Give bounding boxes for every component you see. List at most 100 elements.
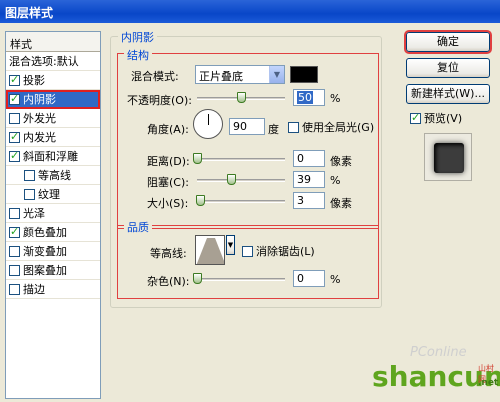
antialias-checkbox[interactable] — [242, 245, 253, 257]
global-light-checkbox[interactable] — [288, 121, 299, 133]
preview-option[interactable]: 预览(V) — [410, 110, 462, 126]
chevron-down-icon[interactable]: ▼ — [269, 66, 284, 83]
style-items: 混合选项:默认投影内阴影外发光内发光斜面和浮雕等高线纹理光泽颜色叠加渐变叠加图案… — [6, 52, 100, 299]
style-item-label: 光泽 — [23, 207, 45, 220]
choke-label: 阻塞(C): — [147, 176, 189, 189]
angle-input[interactable]: 90 — [229, 118, 265, 135]
style-item[interactable]: 等高线 — [6, 166, 100, 185]
style-list: 样式 混合选项:默认投影内阴影外发光内发光斜面和浮雕等高线纹理光泽颜色叠加渐变叠… — [5, 31, 101, 399]
pconline-watermark: PConline — [410, 345, 467, 360]
net-watermark: .net — [478, 378, 499, 388]
choke-input[interactable]: 39 — [293, 171, 325, 188]
style-item[interactable]: 内阴影 — [6, 90, 100, 109]
style-item-checkbox[interactable] — [9, 264, 20, 276]
style-item-checkbox[interactable] — [9, 225, 20, 238]
blend-mode-value: 正片叠底 — [199, 70, 243, 83]
style-item-label: 等高线 — [38, 169, 71, 182]
distance-label: 距离(D): — [147, 155, 190, 168]
style-item-label: 描边 — [23, 283, 45, 296]
style-item-checkbox[interactable] — [9, 283, 20, 295]
preview-label: 预览(V) — [424, 112, 463, 125]
style-item-label: 投影 — [23, 74, 45, 87]
choke-slider-track[interactable] — [197, 179, 285, 182]
blend-mode-label: 混合模式: — [131, 70, 179, 83]
noise-unit: % — [330, 273, 341, 286]
style-item-label: 图案叠加 — [23, 264, 67, 277]
noise-slider-thumb[interactable] — [193, 273, 202, 284]
window-title: 图层样式 — [0, 0, 500, 23]
size-unit: 像素 — [330, 197, 352, 210]
blend-color-swatch[interactable] — [290, 66, 318, 83]
noise-slider-track[interactable] — [197, 278, 285, 281]
style-item[interactable]: 纹理 — [6, 185, 100, 204]
choke-unit: % — [330, 174, 341, 187]
global-light-option[interactable]: 使用全局光(G) — [288, 119, 374, 135]
style-item-checkbox[interactable] — [9, 73, 20, 86]
blend-mode-select[interactable]: 正片叠底 ▼ — [195, 65, 285, 84]
style-item-checkbox[interactable] — [9, 149, 20, 162]
size-input[interactable]: 3 — [293, 192, 325, 209]
global-light-label: 使用全局光(G) — [302, 121, 375, 134]
style-item-checkbox[interactable] — [24, 169, 35, 181]
style-item-checkbox[interactable] — [9, 130, 20, 143]
angle-label: 角度(A): — [147, 123, 189, 136]
size-slider-track[interactable] — [197, 200, 285, 203]
style-item-checkbox[interactable] — [9, 207, 20, 219]
quality-title: 品质 — [124, 219, 152, 235]
opacity-unit: % — [330, 92, 341, 105]
distance-slider-thumb[interactable] — [193, 153, 202, 164]
contour-dropdown-button[interactable]: ▼ — [226, 235, 235, 255]
style-item-label: 纹理 — [38, 188, 60, 201]
contour-curve-icon — [196, 236, 224, 264]
chevron-down-icon: ▼ — [227, 241, 234, 249]
contour-picker[interactable] — [195, 235, 225, 265]
style-item-checkbox[interactable] — [9, 245, 20, 257]
style-item[interactable]: 光泽 — [6, 204, 100, 223]
ok-button[interactable]: 确定 — [404, 30, 492, 54]
style-item[interactable]: 投影 — [6, 71, 100, 90]
style-item-label: 颜色叠加 — [23, 226, 67, 239]
angle-unit: 度 — [268, 123, 279, 136]
style-item-label: 内阴影 — [23, 93, 56, 106]
antialias-option[interactable]: 消除锯齿(L) — [242, 243, 315, 259]
style-item-checkbox[interactable] — [24, 188, 35, 200]
contour-label: 等高线: — [150, 247, 187, 260]
antialias-label: 消除锯齿(L) — [256, 245, 315, 258]
style-item[interactable]: 渐变叠加 — [6, 242, 100, 261]
angle-dial[interactable] — [193, 109, 223, 139]
style-item[interactable]: 描边 — [6, 280, 100, 299]
style-item-label: 混合选项:默认 — [9, 55, 79, 68]
preview-checkbox[interactable] — [410, 111, 421, 124]
structure-title: 结构 — [124, 47, 152, 63]
style-item-checkbox[interactable] — [9, 112, 20, 124]
opacity-slider-thumb[interactable] — [237, 92, 246, 103]
style-item[interactable]: 斜面和浮雕 — [6, 147, 100, 166]
noise-input[interactable]: 0 — [293, 270, 325, 287]
noise-label: 杂色(N): — [147, 275, 190, 288]
opacity-value: 50 — [297, 91, 313, 104]
style-list-header[interactable]: 样式 — [6, 32, 100, 52]
style-item-label: 渐变叠加 — [23, 245, 67, 258]
style-item[interactable]: 图案叠加 — [6, 261, 100, 280]
style-item-checkbox[interactable] — [9, 92, 20, 105]
size-slider-thumb[interactable] — [196, 195, 205, 206]
style-item-label: 外发光 — [23, 112, 56, 125]
size-label: 大小(S): — [147, 197, 189, 210]
opacity-input[interactable]: 50 — [293, 89, 325, 106]
style-item-label: 内发光 — [23, 131, 56, 144]
style-item-label: 斜面和浮雕 — [23, 150, 78, 163]
dialog-body: 样式 混合选项:默认投影内阴影外发光内发光斜面和浮雕等高线纹理光泽颜色叠加渐变叠… — [0, 23, 500, 402]
inner-shadow-title: 内阴影 — [118, 29, 157, 45]
style-item[interactable]: 混合选项:默认 — [6, 52, 100, 71]
distance-slider-track[interactable] — [197, 158, 285, 161]
opacity-label: 不透明度(O): — [127, 94, 192, 107]
distance-unit: 像素 — [330, 155, 352, 168]
style-item[interactable]: 外发光 — [6, 109, 100, 128]
distance-input[interactable]: 0 — [293, 150, 325, 167]
style-item[interactable]: 内发光 — [6, 128, 100, 147]
choke-slider-thumb[interactable] — [227, 174, 237, 185]
reset-button[interactable]: 复位 — [406, 58, 490, 78]
style-preview-thumbnail — [424, 133, 472, 181]
new-style-button[interactable]: 新建样式(W)... — [406, 84, 490, 104]
style-item[interactable]: 颜色叠加 — [6, 223, 100, 242]
